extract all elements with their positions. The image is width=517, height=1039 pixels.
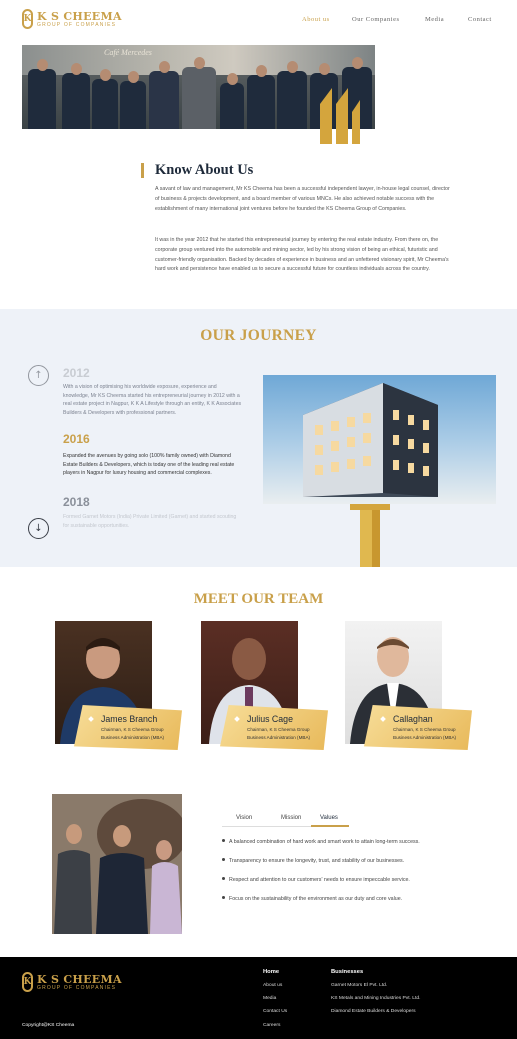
nav-our-companies[interactable]: Our Companies [352,16,399,23]
values-item: Focus on the sustainability of the envir… [222,896,402,902]
tab-mission[interactable]: Mission [281,815,301,821]
tab-active-indicator [311,825,349,827]
footer-businesses-heading: Businesses [331,969,364,975]
logo-mark-icon: K [22,9,33,29]
team-edu-james-branch: Business Administration (MBA) [101,735,165,740]
team-role-callaghan: Chairman, K S Cheema Group [393,727,456,732]
journey-up-button[interactable]: ↑ [28,365,49,386]
about-paragraph-2: It was in the year 2012 that he started … [155,237,449,273]
values-item: Transparency to ensure the longevity, tr… [222,858,404,864]
nav-contact[interactable]: Contact [468,16,492,23]
journey-text-2018: Formed Garnet Motors (India) Private Lim… [63,514,237,529]
brand-bars-icon [320,88,360,144]
nav-about-us[interactable]: About us [302,16,330,23]
values-item: Respect and attention to our customers' … [222,877,410,883]
footer-link-careers[interactable]: Careers [263,1023,280,1028]
team-title: MEET OUR TEAM [193,591,324,607]
logo-mark-icon: K [22,972,33,992]
arrow-down-icon: ↓ [34,523,43,534]
journey-text-2016: Expanded the avenues by going solo (100%… [63,453,235,477]
journey-down-button[interactable]: ↓ [28,518,49,539]
site-logo[interactable]: K K S CHEEMA GROUP OF COMPANIES [22,9,122,29]
building-image [263,375,496,504]
footer-link-media[interactable]: Media [263,996,276,1001]
team-role-julius-cage: Chairman, K S Cheema Group [247,727,310,732]
team-role-james-branch: Chairman, K S Cheema Group [101,727,164,732]
logo-name: K S CHEEMA [37,9,122,23]
copyright: Copyright@KS Cheema [22,1023,75,1028]
footer-link-ks-metals[interactable]: KS Metals and Mining Industries Pvt. Ltd… [331,996,420,1001]
site-header: K K S CHEEMA GROUP OF COMPANIES About us… [0,0,517,44]
footer-link-diamond-estate[interactable]: Diamond Estate Builders & Developers [331,1009,416,1014]
footer-link-garnet-motors[interactable]: Garnet Motors El Pvt. Ltd. [331,983,387,988]
footer-logo[interactable]: K K S CHEEMA GROUP OF COMPANIES [22,972,122,992]
footer-logo-tagline: GROUP OF COMPANIES [37,984,117,991]
journey-year-2016: 2016 [63,432,90,446]
team-edu-julius-cage: Business Administration (MBA) [247,735,311,740]
cafe-sign: Café Mercedes [104,48,152,57]
tab-values[interactable]: Values [320,815,338,821]
team-name-james-branch: James Branch [101,714,158,724]
values-photo [52,794,182,934]
footer-home-heading[interactable]: Home [263,969,279,975]
about-title: Know About Us [155,162,254,178]
journey-year-2018: 2018 [63,495,90,509]
gold-pedestal-icon [350,504,390,567]
nav-media[interactable]: Media [425,16,444,23]
footer-logo-name: K S CHEEMA [37,972,122,986]
values-item: A balanced combination of hard work and … [222,839,420,845]
journey-text-2012: With a vision of optimising his worldwid… [63,384,242,416]
team-name-callaghan: Callaghan [393,714,433,724]
footer-link-contact-us[interactable]: Contact Us [263,1009,287,1014]
team-edu-callaghan: Business Administration (MBA) [393,735,457,740]
tab-vision[interactable]: Vision [236,815,252,821]
team-name-julius-cage: Julius Cage [247,714,293,724]
logo-tagline: GROUP OF COMPANIES [37,21,117,28]
section-accent-bar [141,163,144,178]
journey-year-2012: 2012 [63,366,90,380]
footer-link-about-us[interactable]: About us [263,983,282,988]
about-paragraph-1: A savant of law and management, Mr KS Ch… [155,186,450,212]
journey-title: OUR JOURNEY [200,327,317,344]
site-footer [0,957,517,1039]
arrow-up-icon: ↑ [34,370,43,381]
